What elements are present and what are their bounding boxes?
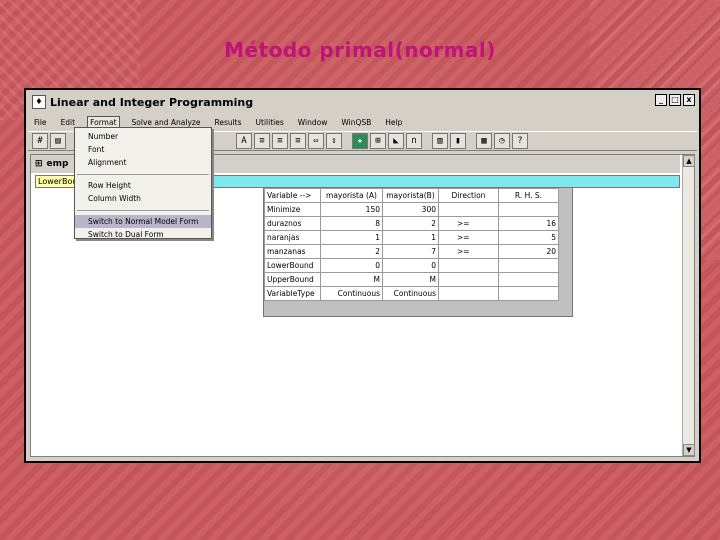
cell[interactable]: 2 xyxy=(320,244,383,259)
cell[interactable]: M xyxy=(382,272,439,287)
cell[interactable]: 1 xyxy=(320,230,383,245)
open-icon[interactable]: ▤ xyxy=(50,133,66,149)
row-label: naranjas xyxy=(264,230,321,245)
cell[interactable] xyxy=(438,202,499,217)
table-row: LowerBound 0 0 xyxy=(264,258,559,273)
menu-separator xyxy=(77,169,209,175)
menu-winqsb[interactable]: WinQSB xyxy=(339,117,373,128)
close-button[interactable]: x xyxy=(683,94,695,106)
row-label: Minimize xyxy=(264,202,321,217)
menu-option-row-height[interactable]: Row Height xyxy=(75,179,211,192)
solve-steps-icon[interactable]: ⊞ xyxy=(370,133,386,149)
title-bar: ♦ Linear and Integer Programming _ □ x xyxy=(28,92,697,112)
window-controls: _ □ x xyxy=(655,94,695,106)
table-row: Minimize 150 300 xyxy=(264,202,559,217)
menu-separator xyxy=(77,205,209,211)
cell[interactable]: >= xyxy=(438,244,499,259)
cell[interactable]: 2 xyxy=(382,216,439,231)
curve-icon[interactable]: ∩ xyxy=(406,133,422,149)
table-row: duraznos 8 2 >= 16 xyxy=(264,216,559,231)
font-a-icon[interactable]: A xyxy=(236,133,252,149)
menu-help[interactable]: Help xyxy=(383,117,404,128)
cell[interactable] xyxy=(498,258,559,273)
cell[interactable]: Continuous xyxy=(320,286,383,301)
window-title: Linear and Integer Programming xyxy=(50,95,254,109)
header-var-a: mayorista (A) xyxy=(320,188,383,203)
menu-results[interactable]: Results xyxy=(212,117,243,128)
cell[interactable]: >= xyxy=(438,216,499,231)
bar-chart-icon[interactable]: ▮ xyxy=(450,133,466,149)
menu-file[interactable]: File xyxy=(32,117,49,128)
row-label: VariableType xyxy=(264,286,321,301)
menu-option-switch-normal[interactable]: Switch to Normal Model Form xyxy=(75,215,211,228)
vertical-scrollbar[interactable]: ▲ ▼ xyxy=(682,155,695,456)
row-label: duraznos xyxy=(264,216,321,231)
model-grid-container: Variable --> mayorista (A) mayorista(B) … xyxy=(263,187,573,317)
calculator-icon[interactable]: ▦ xyxy=(476,133,492,149)
cell[interactable] xyxy=(498,202,559,217)
cell[interactable]: 150 xyxy=(320,202,383,217)
cell[interactable] xyxy=(438,272,499,287)
header-rhs: R. H. S. xyxy=(498,188,559,203)
table-header-row: Variable --> mayorista (A) mayorista(B) … xyxy=(264,188,559,203)
menu-option-font[interactable]: Font xyxy=(75,143,211,156)
row-label: UpperBound xyxy=(264,272,321,287)
cell[interactable] xyxy=(438,286,499,301)
table-row: VariableType Continuous Continuous xyxy=(264,286,559,301)
clock-icon[interactable]: ◷ xyxy=(494,133,510,149)
app-icon: ♦ xyxy=(32,95,46,109)
cell[interactable]: 20 xyxy=(498,244,559,259)
align-center-icon[interactable]: ≡ xyxy=(272,133,288,149)
minimize-button[interactable]: _ xyxy=(655,94,667,106)
align-right-icon[interactable]: ≡ xyxy=(290,133,306,149)
maximize-button[interactable]: □ xyxy=(669,94,681,106)
grid-icon[interactable]: # xyxy=(32,133,48,149)
cell[interactable] xyxy=(438,258,499,273)
column-width-icon[interactable]: ⇔ xyxy=(308,133,324,149)
scroll-up-icon[interactable]: ▲ xyxy=(683,155,695,167)
header-variable: Variable --> xyxy=(264,188,321,203)
table-icon[interactable]: ▥ xyxy=(432,133,448,149)
menu-window[interactable]: Window xyxy=(296,117,330,128)
cell[interactable]: 8 xyxy=(320,216,383,231)
help-icon[interactable]: ? xyxy=(512,133,528,149)
menu-solve-analyze[interactable]: Solve and Analyze xyxy=(130,117,203,128)
table-row: naranjas 1 1 >= 5 xyxy=(264,230,559,245)
menu-option-column-width[interactable]: Column Width xyxy=(75,192,211,205)
scroll-down-icon[interactable]: ▼ xyxy=(683,444,695,456)
cell[interactable]: Continuous xyxy=(382,286,439,301)
slide-title: Método primal(normal) xyxy=(224,38,496,62)
menu-option-alignment[interactable]: Alignment xyxy=(75,156,211,169)
header-direction: Direction xyxy=(438,188,499,203)
menu-option-switch-dual[interactable]: Switch to Dual Form xyxy=(75,228,211,241)
align-left-icon[interactable]: ≡ xyxy=(254,133,270,149)
cell[interactable]: 5 xyxy=(498,230,559,245)
header-var-b: mayorista(B) xyxy=(382,188,439,203)
row-height-icon[interactable]: ⇕ xyxy=(326,133,342,149)
cell[interactable] xyxy=(498,272,559,287)
table-row: UpperBound M M xyxy=(264,272,559,287)
cell[interactable] xyxy=(498,286,559,301)
menu-edit[interactable]: Edit xyxy=(59,117,78,128)
active-cell[interactable]: 0 xyxy=(382,258,439,273)
menu-option-number[interactable]: Number xyxy=(75,130,211,143)
table-row: manzanas 2 7 >= 20 xyxy=(264,244,559,259)
cell[interactable]: 16 xyxy=(498,216,559,231)
cell[interactable]: 7 xyxy=(382,244,439,259)
cell[interactable]: >= xyxy=(438,230,499,245)
menu-utilities[interactable]: Utilities xyxy=(254,117,286,128)
row-label: manzanas xyxy=(264,244,321,259)
document-title: emp xyxy=(46,159,69,169)
document-icon: ⊞ xyxy=(35,159,43,169)
solve-icon[interactable]: ★ xyxy=(352,133,368,149)
graph-icon[interactable]: ◣ xyxy=(388,133,404,149)
row-label: LowerBound xyxy=(264,258,321,273)
model-grid: Variable --> mayorista (A) mayorista(B) … xyxy=(264,188,559,301)
cell[interactable]: 0 xyxy=(320,258,383,273)
cell[interactable]: M xyxy=(320,272,383,287)
cell[interactable]: 1 xyxy=(382,230,439,245)
cell[interactable]: 300 xyxy=(382,202,439,217)
format-dropdown-menu: Number Font Alignment Row Height Column … xyxy=(74,127,212,239)
